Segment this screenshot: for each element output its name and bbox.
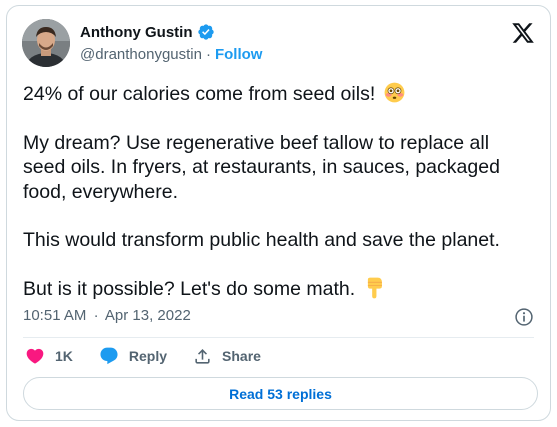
avatar[interactable] — [22, 19, 70, 67]
reply-label: Reply — [128, 348, 168, 364]
handle-separator: · — [205, 46, 211, 63]
reply-button[interactable]: Reply — [99, 346, 167, 366]
follow-button[interactable]: Follow — [215, 46, 263, 63]
like-count: 1K — [55, 348, 73, 364]
read-replies-button[interactable]: Read 53 replies — [23, 377, 538, 410]
author-handle[interactable]: @dranthonygustin — [80, 46, 202, 63]
action-bar: 1K Reply Share — [25, 346, 287, 366]
verified-badge-icon — [197, 24, 214, 40]
author-name-row: Anthony Gustin — [80, 23, 215, 41]
info-icon[interactable] — [514, 307, 534, 327]
flushed-face-emoji-icon — [384, 82, 405, 103]
author-handle-row: @dranthonygustin · Follow — [80, 46, 262, 63]
tweet-paragraph-text: 24% of our calories come from seed oils! — [23, 83, 376, 105]
tweet-time: 10:51 AM — [23, 307, 87, 324]
tweet-text: 24% of our calories come from seed oils!… — [23, 82, 533, 301]
author-name[interactable]: Anthony Gustin — [80, 24, 193, 41]
x-logo-icon[interactable] — [510, 21, 536, 45]
heart-icon — [26, 348, 44, 364]
share-button[interactable]: Share — [193, 347, 261, 366]
tweet-paragraph: But is it possible? Let's do some math. — [23, 277, 533, 302]
pointing-down-emoji-icon — [367, 277, 382, 298]
tweet-paragraph: 24% of our calories come from seed oils! — [23, 82, 533, 107]
tweet-paragraph-text: But is it possible? Let's do some math. — [23, 277, 356, 300]
tweet-card: Anthony Gustin @dranthonygustin · Follow… — [6, 5, 551, 421]
tweet-date: Apr 13, 2022 — [104, 307, 191, 324]
tweet-timestamp[interactable]: 10:51 AM · Apr 13, 2022 — [23, 307, 191, 324]
avatar-image — [22, 19, 70, 67]
divider — [23, 337, 534, 338]
tweet-paragraph: This would transform public health and s… — [23, 229, 500, 251]
tweet-paragraph: My dream? Use regenerative beef tallow t… — [23, 131, 500, 203]
timestamp-separator: · — [93, 307, 99, 324]
like-button[interactable]: 1K — [25, 346, 73, 366]
speech-bubble-icon — [100, 347, 118, 365]
share-upload-icon — [195, 348, 210, 364]
share-label: Share — [222, 348, 261, 364]
